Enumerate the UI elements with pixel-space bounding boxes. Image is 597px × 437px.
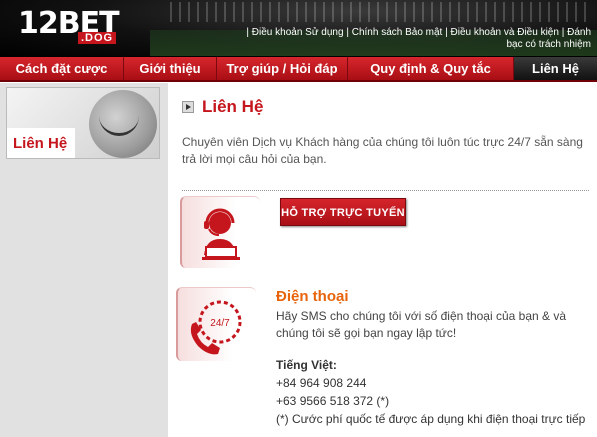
svg-text:24/7: 24/7 [210, 318, 230, 329]
nav-item-rules[interactable]: Quy định & Quy tắc [348, 57, 514, 80]
contact-banner[interactable]: Liên Hệ [6, 87, 160, 159]
main-nav: Cách đặt cược Giới thiệu Trợ giúp / Hỏi … [0, 56, 597, 82]
logo-sub: .DOG [78, 32, 117, 44]
live-support-button[interactable]: HỖ TRỢ TRỰC TUYẾN [280, 198, 406, 226]
sidebar: Liên Hệ [0, 83, 168, 437]
stadium-lights [170, 2, 590, 22]
nav-item-how-to-bet[interactable]: Cách đặt cược [0, 57, 124, 80]
site-header: 12BET .DOG | Điều khoản Sử dụng | Chính … [0, 0, 597, 56]
main-content: Liên Hệ Chuyên viên Dịch vụ Khách hàng c… [168, 83, 597, 437]
nav-item-contact[interactable]: Liên Hệ [514, 57, 597, 80]
page-title: Liên Hệ [202, 97, 264, 116]
banner-label-box: Liên Hệ [7, 128, 75, 158]
intro-text: Chuyên viên Dịch vụ Khách hàng của chúng… [182, 135, 583, 166]
language-label: Tiếng Việt: [276, 358, 337, 372]
top-links: | Điều khoản Sử dụng | Chính sách Bảo mậ… [246, 27, 591, 50]
dotted-divider [182, 190, 589, 191]
nav-item-help-faq[interactable]: Trợ giúp / Hỏi đáp [217, 57, 348, 80]
link-terms-conditions[interactable]: Điều khoản và Điều kiện [451, 27, 559, 38]
phone-description: Hãy SMS cho chúng tôi với số điện thoại … [276, 309, 567, 340]
arrow-right-icon [182, 101, 194, 113]
title-row: Liên Hệ [182, 97, 263, 117]
phone-24-7-icon: 24/7 [190, 300, 242, 355]
phone-number-1[interactable]: +84 964 908 244 [276, 376, 366, 390]
live-chat-icon-box [180, 196, 260, 268]
banner-label: Liên Hệ [13, 134, 68, 152]
phone-title: Điện thoại [276, 288, 349, 305]
nav-item-about[interactable]: Giới thiệu [124, 57, 217, 80]
link-terms-of-use[interactable]: Điều khoản Sử dụng [252, 27, 344, 38]
international-fee-note: (*) Cước phí quốc tế được áp dụng khi đi… [276, 412, 586, 426]
support-agent-icon [202, 208, 240, 260]
phone-number-2[interactable]: +63 9566 518 372 (*) [276, 394, 389, 408]
phone-icon-box: 24/7 [176, 287, 256, 361]
link-privacy-policy[interactable]: Chính sách Bảo mật [352, 27, 443, 38]
